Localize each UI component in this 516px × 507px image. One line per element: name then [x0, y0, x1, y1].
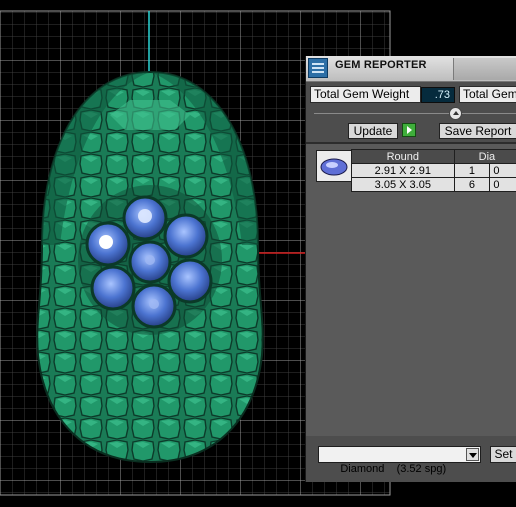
panel-title: GEM REPORTER — [335, 59, 427, 71]
set-button[interactable]: Set — [490, 446, 516, 463]
gem-table: Round Dia 2.91 X 2.91 1 0 3.05 X 3.05 6 … — [351, 149, 516, 192]
gem-reporter-icon — [308, 58, 328, 78]
panel-slider-track — [314, 113, 516, 114]
material-select-value: Diamond (3.52 spg) — [340, 463, 446, 475]
panel-titlebar[interactable]: GEM REPORTER — [306, 56, 516, 82]
panel-tab[interactable] — [453, 58, 516, 80]
total-gem-weight-label: Total Gem Weight — [310, 86, 421, 103]
row-count: 1 — [454, 164, 490, 178]
gem-report-area: Round Dia 2.91 X 2.91 1 0 3.05 X 3.05 6 … — [306, 144, 516, 436]
row-count: 6 — [454, 178, 490, 192]
table-row[interactable]: 2.91 X 2.91 1 0 — [352, 164, 516, 178]
update-button[interactable]: Update — [348, 123, 398, 139]
material-select[interactable]: Diamond (3.52 spg) — [318, 446, 481, 463]
total-gem-label: Total Gem — [459, 86, 516, 103]
gem-stone — [169, 260, 211, 302]
row-size: 2.91 X 2.91 — [352, 164, 455, 178]
gem-weight-row: Total Gem Weight .73 Total Gem — [306, 86, 516, 104]
gem-shape-icon — [316, 150, 352, 182]
table-header-row: Round Dia — [352, 150, 516, 164]
gem-stone — [165, 215, 207, 257]
panel-slider-knob[interactable] — [449, 107, 462, 120]
gem-reporter-panel: GEM REPORTER Total Gem Weight .73 Total … — [305, 56, 516, 482]
material-row: Diamond (3.52 spg) Set — [306, 436, 516, 482]
total-gem-weight-value: .73 — [421, 87, 455, 103]
header-dia: Dia — [454, 150, 516, 164]
save-report-button[interactable]: Save Report — [439, 123, 516, 139]
row-size: 3.05 X 3.05 — [352, 178, 455, 192]
table-row[interactable]: 3.05 X 3.05 6 0 — [352, 178, 516, 192]
row-value: 0 — [490, 164, 516, 178]
gem-stone — [92, 267, 134, 309]
row-value: 0 — [490, 178, 516, 192]
header-round: Round — [352, 150, 455, 164]
dropdown-arrow-icon[interactable] — [466, 448, 479, 461]
play-icon[interactable] — [402, 123, 416, 137]
